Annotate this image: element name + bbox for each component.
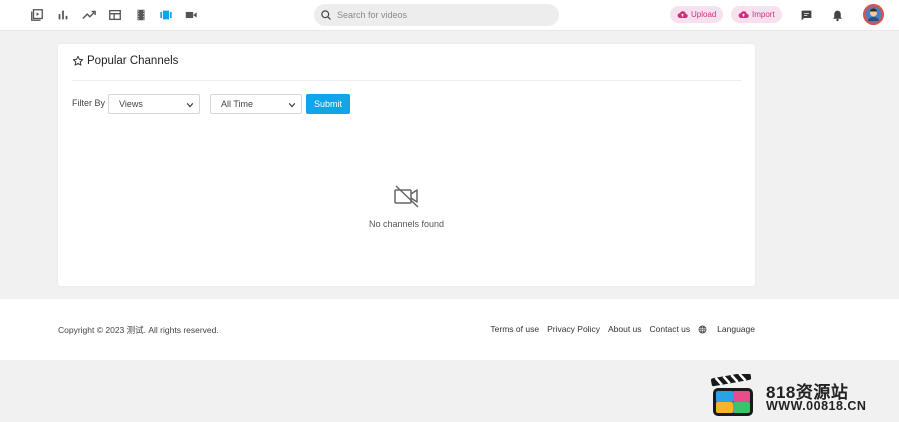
card-header: Popular Channels <box>72 55 178 67</box>
submit-button[interactable]: Submit <box>306 94 350 114</box>
filter-label: Filter By <box>72 98 106 108</box>
language-selector[interactable]: Language <box>698 324 755 334</box>
video-off-icon <box>394 185 419 208</box>
layout-icon[interactable] <box>107 7 123 23</box>
popular-channels-card: Popular Channels Filter By Views All Tim… <box>58 44 755 286</box>
top-navbar: Upload Import <box>0 0 899 31</box>
search-icon <box>321 10 331 20</box>
clapperboard-logo-icon <box>711 374 753 416</box>
film-icon[interactable] <box>133 7 149 23</box>
filter-select-value: Views <box>119 99 143 109</box>
cloud-import-icon <box>738 11 749 18</box>
search-bar <box>314 4 559 26</box>
channels-icon[interactable] <box>158 7 174 23</box>
footer-link-about[interactable]: About us <box>608 324 642 334</box>
notifications-icon[interactable] <box>829 7 845 23</box>
chevron-down-icon <box>288 103 296 108</box>
video-library-icon[interactable] <box>29 7 45 23</box>
bar-chart-icon[interactable] <box>55 7 71 23</box>
avatar[interactable] <box>863 4 884 25</box>
divider <box>72 80 741 81</box>
period-select[interactable]: All Time <box>210 94 302 114</box>
globe-icon <box>698 325 707 333</box>
footer-link-privacy[interactable]: Privacy Policy <box>547 324 600 334</box>
cloud-upload-icon <box>677 11 688 18</box>
period-select-value: All Time <box>221 99 254 109</box>
filter-select[interactable]: Views <box>108 94 200 114</box>
footer-link-contact[interactable]: Contact us <box>650 324 691 334</box>
footer-link-terms[interactable]: Terms of use <box>490 324 539 334</box>
import-button[interactable]: Import <box>731 6 782 23</box>
camera-icon[interactable] <box>183 7 199 23</box>
language-label: Language <box>717 324 755 334</box>
watermark-line2: WWW.00818.CN <box>766 399 867 413</box>
empty-state-text: No channels found <box>368 219 445 229</box>
trending-icon[interactable] <box>81 7 97 23</box>
chevron-down-icon <box>186 103 194 108</box>
import-label: Import <box>752 10 775 19</box>
search-input[interactable] <box>337 10 547 20</box>
copyright-text: Copyright © 2023 测试. All rights reserved… <box>58 325 219 335</box>
upload-button[interactable]: Upload <box>670 6 724 23</box>
star-icon <box>72 55 84 66</box>
footer-links: Terms of use Privacy Policy About us Con… <box>482 324 755 334</box>
footer: Copyright © 2023 测试. All rights reserved… <box>0 299 899 360</box>
messages-icon[interactable] <box>798 7 814 23</box>
upload-label: Upload <box>691 10 717 19</box>
page-title: Popular Channels <box>87 55 179 67</box>
